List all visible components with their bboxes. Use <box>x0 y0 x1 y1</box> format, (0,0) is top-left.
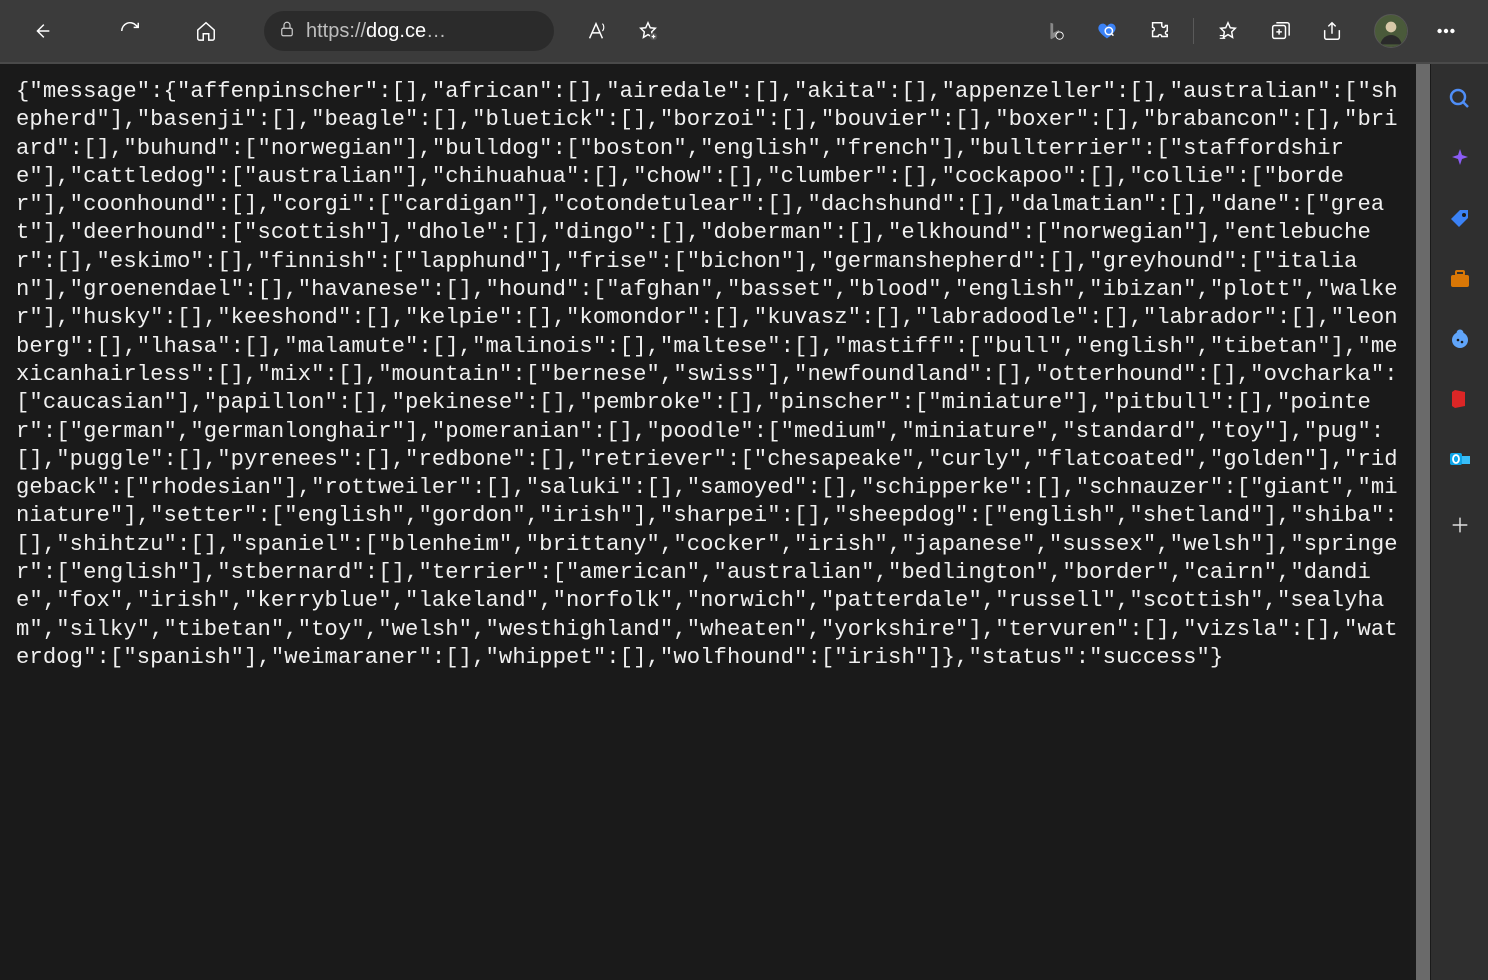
heart-icon <box>1096 20 1118 42</box>
sidebar-discover-button[interactable] <box>1447 146 1473 172</box>
sidebar-shopping-button[interactable] <box>1447 206 1473 232</box>
bing-button[interactable] <box>1031 7 1079 55</box>
url-host: dog.ce <box>366 20 426 42</box>
scroll-thumb[interactable] <box>1416 64 1430 980</box>
plus-icon <box>1449 514 1471 536</box>
url-text: https://dog.ce… <box>306 20 540 43</box>
share-button[interactable] <box>1308 7 1356 55</box>
favorites-button[interactable] <box>1204 7 1252 55</box>
outlook-icon <box>1448 447 1472 471</box>
edge-sidebar <box>1430 64 1488 980</box>
sidebar-tools-button[interactable] <box>1447 266 1473 292</box>
collections-button[interactable] <box>1256 7 1304 55</box>
star-plus-icon <box>637 20 659 42</box>
sidebar-office-button[interactable] <box>1447 386 1473 412</box>
puzzle-icon <box>1148 20 1170 42</box>
read-aloud-button[interactable] <box>572 7 620 55</box>
star-lines-icon <box>1217 20 1239 42</box>
office-icon <box>1448 387 1472 411</box>
more-icon <box>1435 20 1457 42</box>
url-scheme: https:// <box>306 20 366 42</box>
url-tail: … <box>426 20 446 42</box>
json-response-text: {"message":{"affenpinscher":[],"african"… <box>0 64 1416 686</box>
lock-icon <box>278 20 296 43</box>
search-icon <box>1448 87 1472 111</box>
address-bar[interactable]: https://dog.ce… <box>264 11 554 51</box>
page-content[interactable]: {"message":{"affenpinscher":[],"african"… <box>0 64 1416 980</box>
profile-avatar[interactable] <box>1374 14 1408 48</box>
sidebar-search-button[interactable] <box>1447 86 1473 112</box>
refresh-icon <box>119 20 141 42</box>
collections-icon <box>1269 20 1291 42</box>
back-button[interactable] <box>18 7 66 55</box>
refresh-button[interactable] <box>106 7 154 55</box>
extensions-button[interactable] <box>1135 7 1183 55</box>
toolbar-separator <box>1193 18 1194 44</box>
sidebar-add-button[interactable] <box>1449 512 1471 543</box>
tag-icon <box>1448 207 1472 231</box>
main-area: {"message":{"affenpinscher":[],"african"… <box>0 62 1488 980</box>
share-icon <box>1321 20 1343 42</box>
sidebar-games-button[interactable] <box>1447 326 1473 352</box>
sparkle-icon <box>1448 147 1472 171</box>
briefcase-icon <box>1448 267 1472 291</box>
avatar-image <box>1375 14 1407 48</box>
sidebar-outlook-button[interactable] <box>1447 446 1473 472</box>
browser-toolbar: https://dog.ce… <box>0 0 1488 62</box>
toolbar-right <box>1031 7 1470 55</box>
arrow-left-icon <box>31 20 53 42</box>
more-button[interactable] <box>1422 7 1470 55</box>
bing-icon <box>1044 20 1066 42</box>
shopping-button[interactable] <box>1083 7 1131 55</box>
vertical-scrollbar[interactable] <box>1416 64 1430 980</box>
address-bar-actions <box>572 7 672 55</box>
cookie-icon <box>1448 327 1472 351</box>
add-favorite-button[interactable] <box>624 7 672 55</box>
read-aloud-icon <box>585 20 607 42</box>
browser-window: https://dog.ce… <box>0 0 1488 980</box>
home-button[interactable] <box>182 7 230 55</box>
home-icon <box>195 20 217 42</box>
